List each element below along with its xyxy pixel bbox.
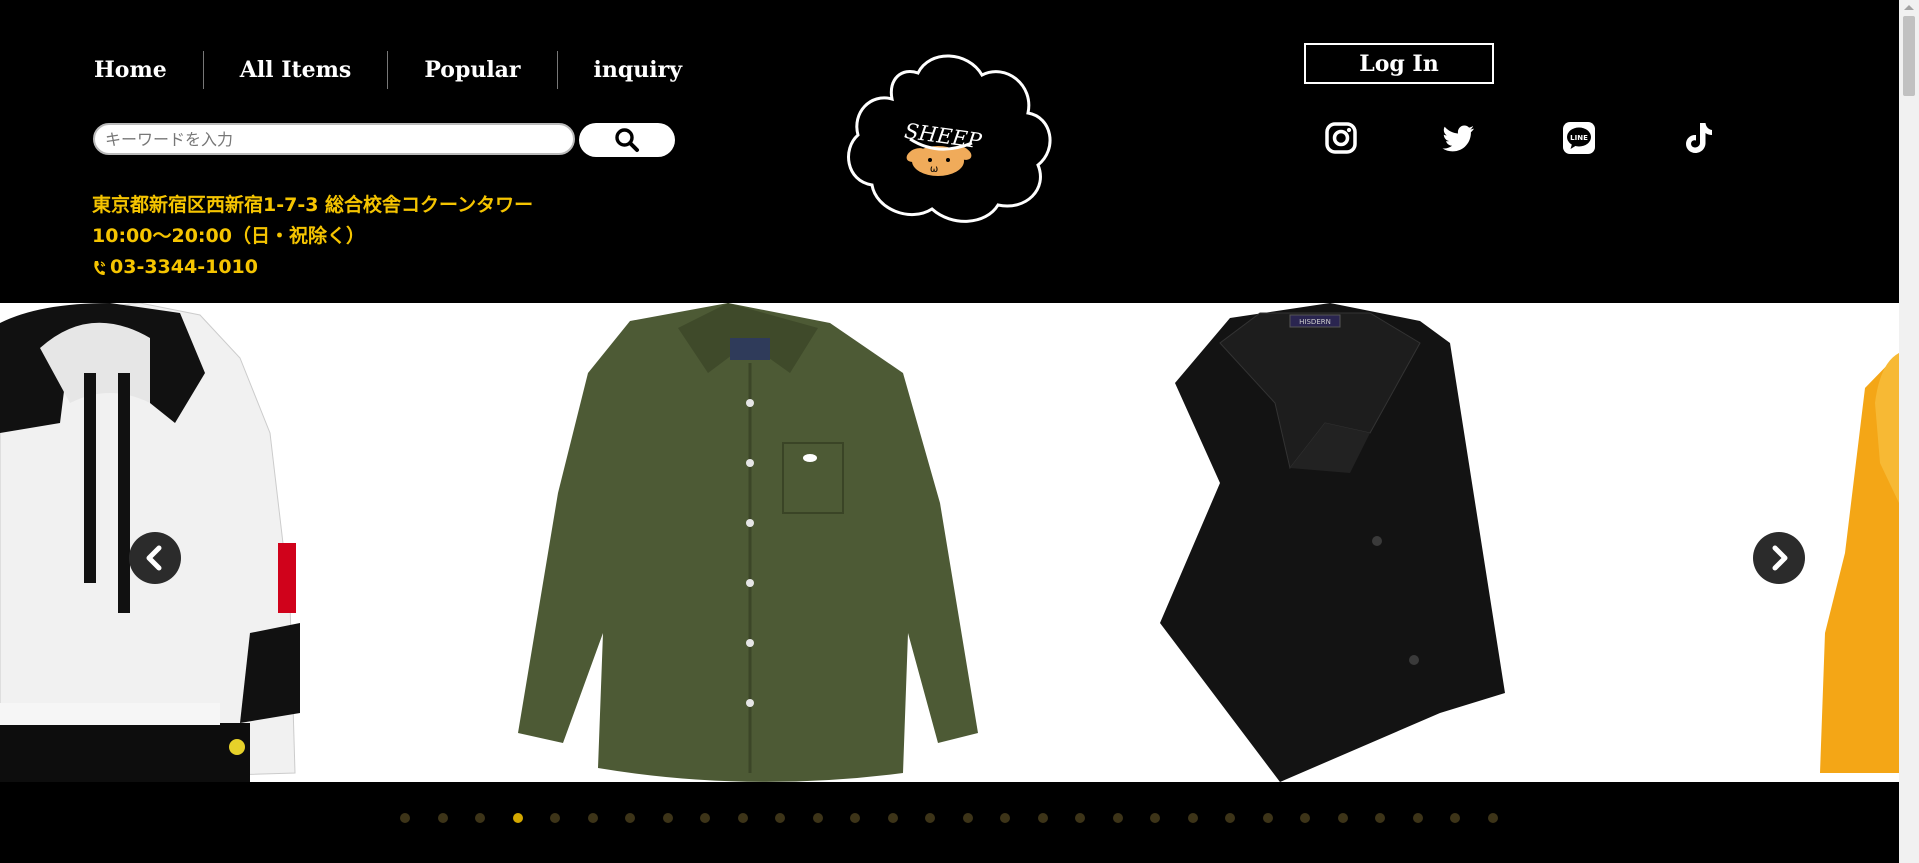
carousel-dot[interactable] <box>1337 813 1348 823</box>
carousel-dot[interactable] <box>1262 813 1273 823</box>
carousel-dot[interactable] <box>1300 813 1310 823</box>
carousel-dot[interactable] <box>1375 813 1385 823</box>
instagram-icon[interactable] <box>1323 120 1359 156</box>
carousel-dot[interactable] <box>1487 813 1498 823</box>
carousel-dot[interactable] <box>1187 813 1198 823</box>
scroll-up-icon[interactable] <box>1904 5 1914 10</box>
carousel-dot[interactable] <box>1225 813 1235 823</box>
main-nav: Home All Items Popular inquiry <box>94 50 718 90</box>
slide-black-dress-shirt[interactable]: HISDERN <box>1160 303 1604 782</box>
carousel-dot[interactable] <box>662 813 673 823</box>
search-box <box>93 123 675 157</box>
shop-info: 東京都新宿区西新宿1-7-3 総合校舎コクーンタワー 10:00〜20:00（日… <box>92 190 533 283</box>
carousel-dot[interactable] <box>1450 813 1460 823</box>
shop-phone-row: 03-3344-1010 <box>92 252 533 283</box>
shop-phone: 03-3344-1010 <box>110 256 258 278</box>
search-input[interactable] <box>93 123 575 155</box>
nav-inquiry[interactable]: inquiry <box>556 51 718 89</box>
chevron-right-icon <box>1772 545 1788 571</box>
tiktok-icon[interactable] <box>1681 120 1717 156</box>
carousel-dot[interactable] <box>475 813 485 823</box>
phone-icon <box>94 260 106 275</box>
line-icon-text: LINE <box>1570 134 1588 142</box>
carousel-dot[interactable] <box>512 813 523 823</box>
carousel-dot[interactable] <box>962 813 973 823</box>
carousel-dot[interactable] <box>812 813 823 823</box>
carousel-pagination <box>0 782 1899 863</box>
carousel-dot[interactable] <box>850 813 860 823</box>
carousel-next-button[interactable] <box>1753 532 1805 584</box>
site-header: Home All Items Popular inquiry 東京都新宿区西新宿… <box>0 0 1899 303</box>
carousel-dot[interactable] <box>437 813 448 823</box>
slide-yellow-hoodie[interactable] <box>1820 303 1899 782</box>
chevron-left-icon <box>146 545 162 571</box>
product-carousel[interactable]: HISDERN <box>0 303 1899 782</box>
page-scrollbar[interactable] <box>1899 0 1919 863</box>
carousel-dot[interactable] <box>400 813 410 823</box>
carousel-dot[interactable] <box>1112 813 1123 823</box>
carousel-dot[interactable] <box>737 813 748 823</box>
line-icon[interactable]: LINE <box>1561 120 1597 156</box>
scroll-thumb[interactable] <box>1903 16 1915 96</box>
nav-all-items[interactable]: All Items <box>202 51 388 89</box>
twitter-icon[interactable] <box>1441 120 1477 156</box>
sheep-logo-graphic: ω SHEEP <box>847 54 1052 223</box>
carousel-dot[interactable] <box>700 813 710 823</box>
carousel-dot[interactable] <box>775 813 785 823</box>
shirt-brand-tag: HISDERN <box>1299 318 1331 326</box>
carousel-dot[interactable] <box>1150 813 1160 823</box>
carousel-dot[interactable] <box>925 813 935 823</box>
slide-olive-green-shirt[interactable] <box>518 303 980 782</box>
carousel-prev-button[interactable] <box>129 532 181 584</box>
carousel-dot[interactable] <box>1075 813 1085 823</box>
carousel-dot[interactable] <box>625 813 635 823</box>
carousel-dot[interactable] <box>550 813 560 823</box>
sheep-logo[interactable]: ω SHEEP <box>830 33 1066 229</box>
shop-hours: 10:00〜20:00（日・祝除く） <box>92 225 365 247</box>
shop-address: 東京都新宿区西新宿1-7-3 総合校舎コクーンタワー <box>92 194 534 216</box>
carousel-dot[interactable] <box>1037 813 1048 823</box>
logo-face-text: ω <box>930 164 938 175</box>
nav-home[interactable]: Home <box>94 51 203 89</box>
nav-popular[interactable]: Popular <box>387 51 556 89</box>
search-button[interactable] <box>579 123 675 157</box>
login-button[interactable]: Log In <box>1304 43 1494 84</box>
carousel-dot[interactable] <box>1000 813 1010 823</box>
search-icon <box>615 128 639 152</box>
carousel-dot[interactable] <box>587 813 598 823</box>
carousel-dot[interactable] <box>887 813 898 823</box>
carousel-dot[interactable] <box>1412 813 1423 823</box>
